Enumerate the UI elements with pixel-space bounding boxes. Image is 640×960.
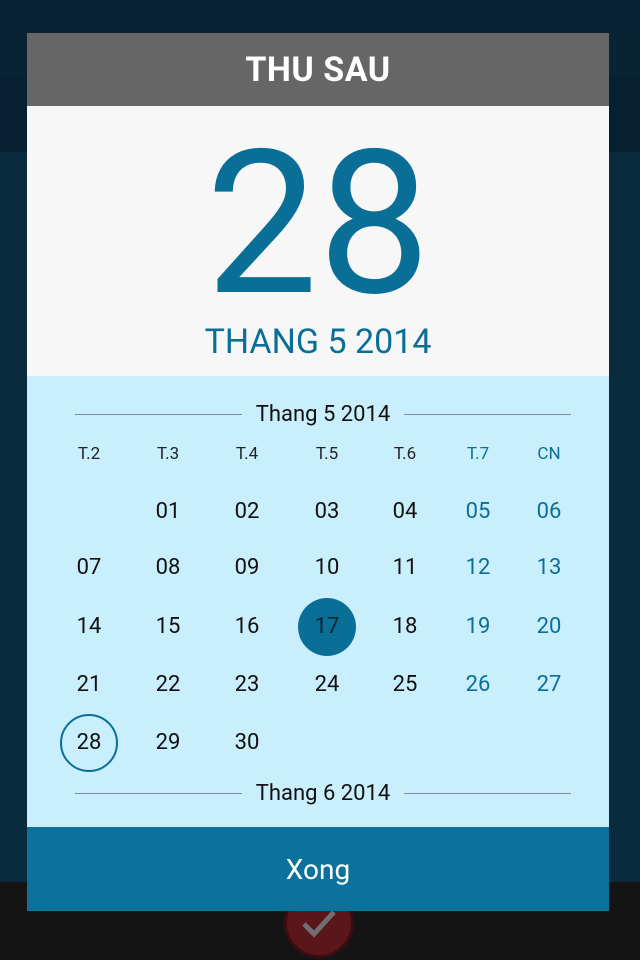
calendar-day[interactable]: 22 <box>128 665 208 705</box>
calendar-day[interactable]: 18 <box>365 607 445 647</box>
selected-month-year[interactable]: THANG 5 2014 <box>27 322 609 362</box>
calendar-day[interactable]: 29 <box>128 723 208 763</box>
weekday-label: T.7 <box>466 444 490 464</box>
calendar-day[interactable]: 09 <box>207 548 287 588</box>
calendar-day[interactable]: 27 <box>509 665 589 705</box>
calendar-day[interactable]: 02 <box>207 492 287 532</box>
calendar-day[interactable]: 05 <box>438 492 518 532</box>
calendar-day[interactable]: 13 <box>509 548 589 588</box>
done-button[interactable]: Xong <box>27 827 609 911</box>
calendar-day[interactable]: 08 <box>128 548 208 588</box>
calendar-day[interactable]: 28 <box>49 723 129 763</box>
calendar-day[interactable]: 14 <box>49 607 129 647</box>
calendar-day[interactable]: 03 <box>287 492 367 532</box>
calendar-day[interactable]: 23 <box>207 665 287 705</box>
weekday-label: T.3 <box>156 444 180 464</box>
next-month-separator: Thang 6 2014 <box>75 778 572 808</box>
calendar-day[interactable]: 19 <box>438 607 518 647</box>
weekday-label: T.2 <box>77 444 101 464</box>
calendar-day[interactable]: 01 <box>128 492 208 532</box>
calendar-day[interactable]: 12 <box>438 548 518 588</box>
calendar-day[interactable]: 15 <box>128 607 208 647</box>
selected-date-panel: 28 THANG 5 2014 <box>27 106 609 376</box>
calendar-day[interactable]: 21 <box>49 665 129 705</box>
weekday-label: T.4 <box>235 444 259 464</box>
date-picker-dialog: THU SAU 28 THANG 5 2014 Thang 5 2014 T.2… <box>27 33 609 911</box>
calendar-day[interactable]: 06 <box>509 492 589 532</box>
weekday-row: T.2 T.3 T.4 T.5 T.6 T.7 CN <box>49 444 609 470</box>
weekday-label: T.6 <box>393 444 417 464</box>
calendar-day[interactable]: 10 <box>287 548 367 588</box>
calendar-day[interactable]: 30 <box>207 723 287 763</box>
month-label: Thang 5 2014 <box>255 401 391 427</box>
weekday-label: T.5 <box>315 444 339 464</box>
next-month-label: Thang 6 2014 <box>255 780 391 806</box>
calendar-day[interactable]: 25 <box>365 665 445 705</box>
calendar-day[interactable]: 11 <box>365 548 445 588</box>
month-separator: Thang 5 2014 <box>75 399 572 429</box>
selected-day-number[interactable]: 28 <box>27 124 609 324</box>
calendar-day[interactable]: 16 <box>207 607 287 647</box>
check-icon <box>302 910 336 938</box>
calendar-day[interactable]: 24 <box>287 665 367 705</box>
calendar-day[interactable]: 20 <box>509 607 589 647</box>
calendar-day[interactable]: 07 <box>49 548 129 588</box>
calendar-grid: Thang 5 2014 T.2 T.3 T.4 T.5 T.6 T.7 CN Thang … <box>27 376 609 827</box>
weekday-label: CN <box>537 444 561 464</box>
calendar-day[interactable]: 17 <box>287 607 367 647</box>
calendar-day[interactable]: 04 <box>365 492 445 532</box>
calendar-day[interactable]: 26 <box>438 665 518 705</box>
weekday-header: THU SAU <box>27 33 609 106</box>
